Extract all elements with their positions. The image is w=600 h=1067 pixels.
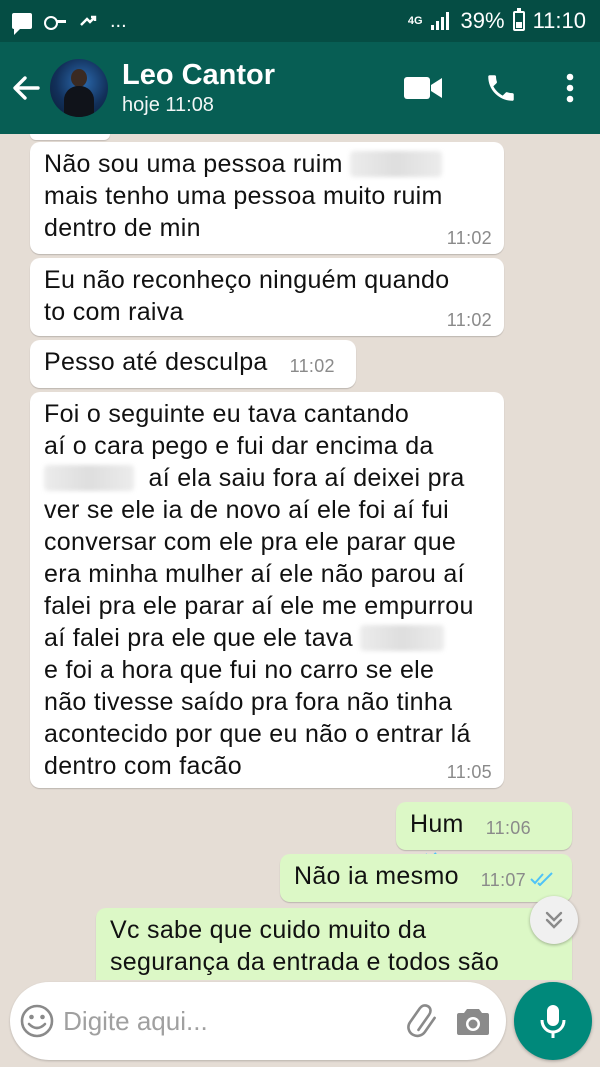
- incoming-message[interactable]: Foi o seguinte eu tava cantando aí o car…: [30, 392, 504, 788]
- contact-avatar[interactable]: [50, 59, 108, 117]
- redacted-word: [360, 625, 445, 651]
- message-line: Vc sabe que cuido muito da: [110, 916, 427, 944]
- message-line: falei pra ele parar aí ele me empurrou: [44, 592, 474, 620]
- data-saver-icon: [80, 15, 97, 26]
- message-list[interactable]: Não sou uma pessoa ruim mais tenho uma p…: [0, 134, 600, 980]
- message-line: dentro com facão: [44, 752, 242, 780]
- message-time: 11:07: [480, 870, 526, 890]
- system-status: 4G 39% 11:10: [408, 8, 586, 34]
- battery-fill: [515, 21, 522, 28]
- outgoing-message[interactable]: Hum 11:06: [396, 802, 572, 866]
- double-chevron-down-icon: [545, 911, 563, 929]
- message-line: Não ia mesmo: [294, 862, 459, 890]
- message-line: to com raiva: [44, 298, 184, 326]
- camera-icon: [457, 1009, 490, 1035]
- back-button[interactable]: [0, 42, 52, 134]
- arrow-back-icon: [13, 76, 40, 100]
- message-line: aí ela saiu fora aí deixei pra: [44, 462, 490, 494]
- notification-icons: ...: [12, 9, 127, 35]
- redacted-name: [44, 465, 134, 491]
- last-seen: hoje 11:08: [122, 94, 214, 116]
- network-type: 4G: [407, 14, 423, 27]
- attach-button[interactable]: [398, 982, 448, 1060]
- message-line: Pesso até desculpa: [44, 348, 268, 376]
- header-actions: [384, 42, 600, 134]
- scroll-to-bottom-button[interactable]: [530, 896, 578, 944]
- message-time: 11:05: [446, 762, 492, 782]
- message-line: ver se ele ia de novo aí ele foi aí fui: [44, 496, 449, 524]
- message-line: e foi a hora que fui no carro se ele: [44, 656, 435, 684]
- message-line: era minha mulher aí ele não parou aí: [44, 560, 465, 588]
- emoji-button[interactable]: [10, 982, 63, 1060]
- message-line: Não sou uma pessoa ruim: [44, 148, 490, 180]
- message-line: não tivesse saído pra fora não tinha: [44, 688, 453, 716]
- incoming-message[interactable]: Não sou uma pessoa ruim mais tenho uma p…: [30, 142, 504, 254]
- chat-header: Leo Cantor hoje 11:08: [0, 42, 600, 134]
- battery-percent: 39%: [460, 8, 505, 33]
- composer: [10, 982, 506, 1060]
- contact-info[interactable]: Leo Cantor hoje 11:08: [122, 58, 384, 118]
- video-camera-icon: [404, 77, 442, 99]
- message-line: dentro de min: [44, 214, 201, 242]
- message-input[interactable]: [63, 991, 399, 1051]
- message-line: Foi o seguinte eu tava cantando: [44, 400, 410, 428]
- previous-message-edge: [30, 134, 110, 140]
- more-options-button[interactable]: [540, 42, 600, 134]
- more-notifications-text: ...: [110, 9, 127, 32]
- outgoing-message[interactable]: Não ia mesmo 11:07: [280, 854, 572, 902]
- voice-call-button[interactable]: [462, 42, 540, 134]
- status-bar: ... 4G 39% 11:10: [0, 0, 600, 42]
- message-time: 11:06: [485, 818, 531, 838]
- incoming-message[interactable]: Eu não reconheço ninguém quando to com r…: [30, 258, 504, 336]
- message-line: mais tenho uma pessoa muito ruim: [44, 182, 443, 210]
- message-time: 11:02: [446, 228, 492, 248]
- message-notification-icon: [12, 13, 32, 35]
- message-line: conversar com ele pra ele parar que: [44, 528, 457, 556]
- message-line: aí o cara pego e fui dar encima da: [44, 432, 434, 460]
- voice-record-button[interactable]: [514, 982, 592, 1060]
- microphone-icon: [540, 1005, 566, 1038]
- phone-icon: [488, 75, 514, 101]
- outgoing-message[interactable]: Vc sabe que cuido muito da segurança da …: [96, 908, 572, 980]
- vpn-key-icon: [44, 14, 66, 30]
- message-line: Eu não reconheço ninguém quando: [44, 266, 450, 294]
- battery-icon: [512, 8, 525, 31]
- camera-button[interactable]: [448, 982, 498, 1060]
- video-call-button[interactable]: [384, 42, 462, 134]
- message-line: segurança da entrada e todos são: [110, 948, 500, 976]
- message-time: 11:02: [289, 356, 335, 376]
- more-vert-icon: [566, 73, 574, 103]
- read-ticks-icon: [530, 872, 553, 886]
- message-line: Hum: [410, 810, 464, 838]
- clock: 11:10: [532, 8, 586, 33]
- incoming-message[interactable]: Pesso até desculpa 11:02: [30, 340, 356, 388]
- contact-name: Leo Cantor: [122, 59, 276, 91]
- emoji-icon: [20, 1004, 53, 1038]
- message-time: 11:02: [446, 310, 492, 330]
- message-line: aí falei pra ele que ele tava: [44, 622, 490, 654]
- paperclip-icon: [407, 1004, 437, 1038]
- signal-icon: [430, 12, 453, 30]
- message-line: acontecido por que eu não o entrar lá: [44, 720, 471, 748]
- redacted-name: [349, 151, 442, 177]
